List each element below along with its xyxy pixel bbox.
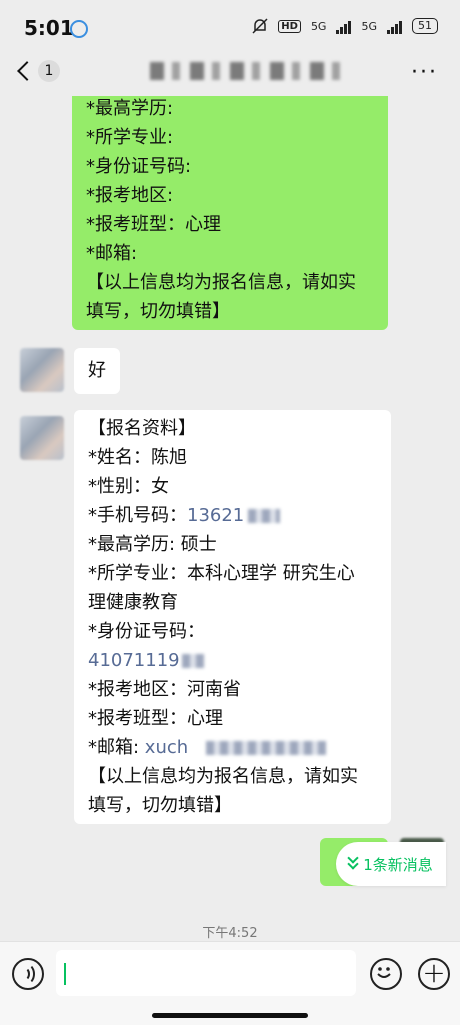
message-line: 填写，切勿填错】 [88, 795, 232, 816]
voice-input-icon[interactable] [12, 958, 44, 990]
message-line: *所学专业: [86, 127, 174, 148]
hd-badge: HD [278, 19, 301, 33]
phone-number-link[interactable]: 13621 [187, 505, 244, 526]
add-more-icon[interactable]: + [418, 958, 450, 990]
signal-icon [336, 18, 352, 34]
email-line: *邮箱: xuch [88, 733, 377, 762]
contact-avatar[interactable] [20, 416, 64, 460]
message-line: *报考班型：心理 [88, 708, 223, 729]
chat-title-obscured [150, 62, 340, 80]
chat-header: 1 ··· [0, 56, 460, 96]
contact-avatar[interactable] [20, 348, 64, 392]
redacted-text [248, 509, 281, 523]
message-line: *报考地区：河南省 [88, 679, 241, 700]
message-line: *邮箱: [86, 243, 138, 264]
time-divider: 下午4:52 [202, 926, 258, 941]
signal-icon [387, 18, 402, 34]
message-line: 【以上信息均为报名信息，请如实 [86, 272, 356, 293]
more-options-button[interactable]: ··· [411, 60, 438, 85]
message-line: *性别：女 [88, 476, 169, 497]
message-text: 好 [88, 360, 106, 381]
redacted-text [206, 741, 327, 755]
message-line: *最高学历: 硕士 [88, 534, 217, 555]
home-indicator[interactable] [152, 1013, 308, 1018]
sent-message-bubble[interactable]: *最高学历: *所学专业: *身份证号码: *报考地区: *报考班型：心理 *邮… [72, 96, 388, 330]
unread-count-badge[interactable]: 1 [38, 60, 60, 82]
message-line: *报考班型：心理 [86, 214, 221, 235]
new-messages-label: 1条新消息 [363, 855, 433, 874]
text-cursor [64, 963, 66, 985]
emoji-icon[interactable] [370, 958, 402, 990]
network-label-1: 5G [310, 19, 327, 33]
phone-line: *手机号码：13621 [88, 501, 377, 530]
email-label: *邮箱: [88, 737, 145, 758]
chevron-down-double-icon [349, 860, 357, 868]
message-line: *身份证号码: [86, 156, 192, 177]
battery-icon: 51 [412, 18, 438, 34]
message-line: 【以上信息均为报名信息，请如实 [88, 766, 358, 787]
sync-icon [70, 20, 88, 38]
status-time: 5:01 [24, 16, 74, 40]
status-icons: HD 5G 5G 51 [252, 17, 438, 35]
received-message-bubble[interactable]: 【报名资料】 *姓名：陈旭 *性别：女 *手机号码：13621 *最高学历: 硕… [74, 410, 391, 824]
back-arrow-icon[interactable] [17, 61, 37, 81]
email-link[interactable]: xuch [145, 737, 188, 758]
new-messages-button[interactable]: 1条新消息 [336, 842, 446, 886]
id-number-link[interactable]: 41071119 [88, 650, 180, 671]
phone-label: *手机号码： [88, 505, 187, 526]
redacted-text [181, 654, 204, 668]
bell-muted-icon [252, 18, 268, 34]
received-message-bubble[interactable]: 好 [74, 348, 120, 394]
message-line: *最高学历: [86, 98, 174, 119]
message-line: *所学专业：本科心理学 研究生心 [88, 563, 355, 584]
chat-area[interactable]: *最高学历: *所学专业: *身份证号码: *报考地区: *报考班型：心理 *邮… [0, 96, 460, 941]
message-line: *姓名：陈旭 [88, 447, 187, 468]
message-input[interactable] [56, 950, 356, 996]
id-line: 41071119 [88, 646, 377, 675]
message-line: *身份证号码： [88, 621, 205, 642]
message-line: 【报名资料】 [88, 418, 196, 439]
status-bar: 5:01 HD 5G 5G 51 [0, 0, 460, 56]
message-line: 填写，切勿填错】 [86, 301, 230, 322]
message-line: 理健康教育 [88, 592, 178, 613]
message-line: *报考地区: [86, 185, 174, 206]
network-label-2: 5G [361, 19, 377, 33]
